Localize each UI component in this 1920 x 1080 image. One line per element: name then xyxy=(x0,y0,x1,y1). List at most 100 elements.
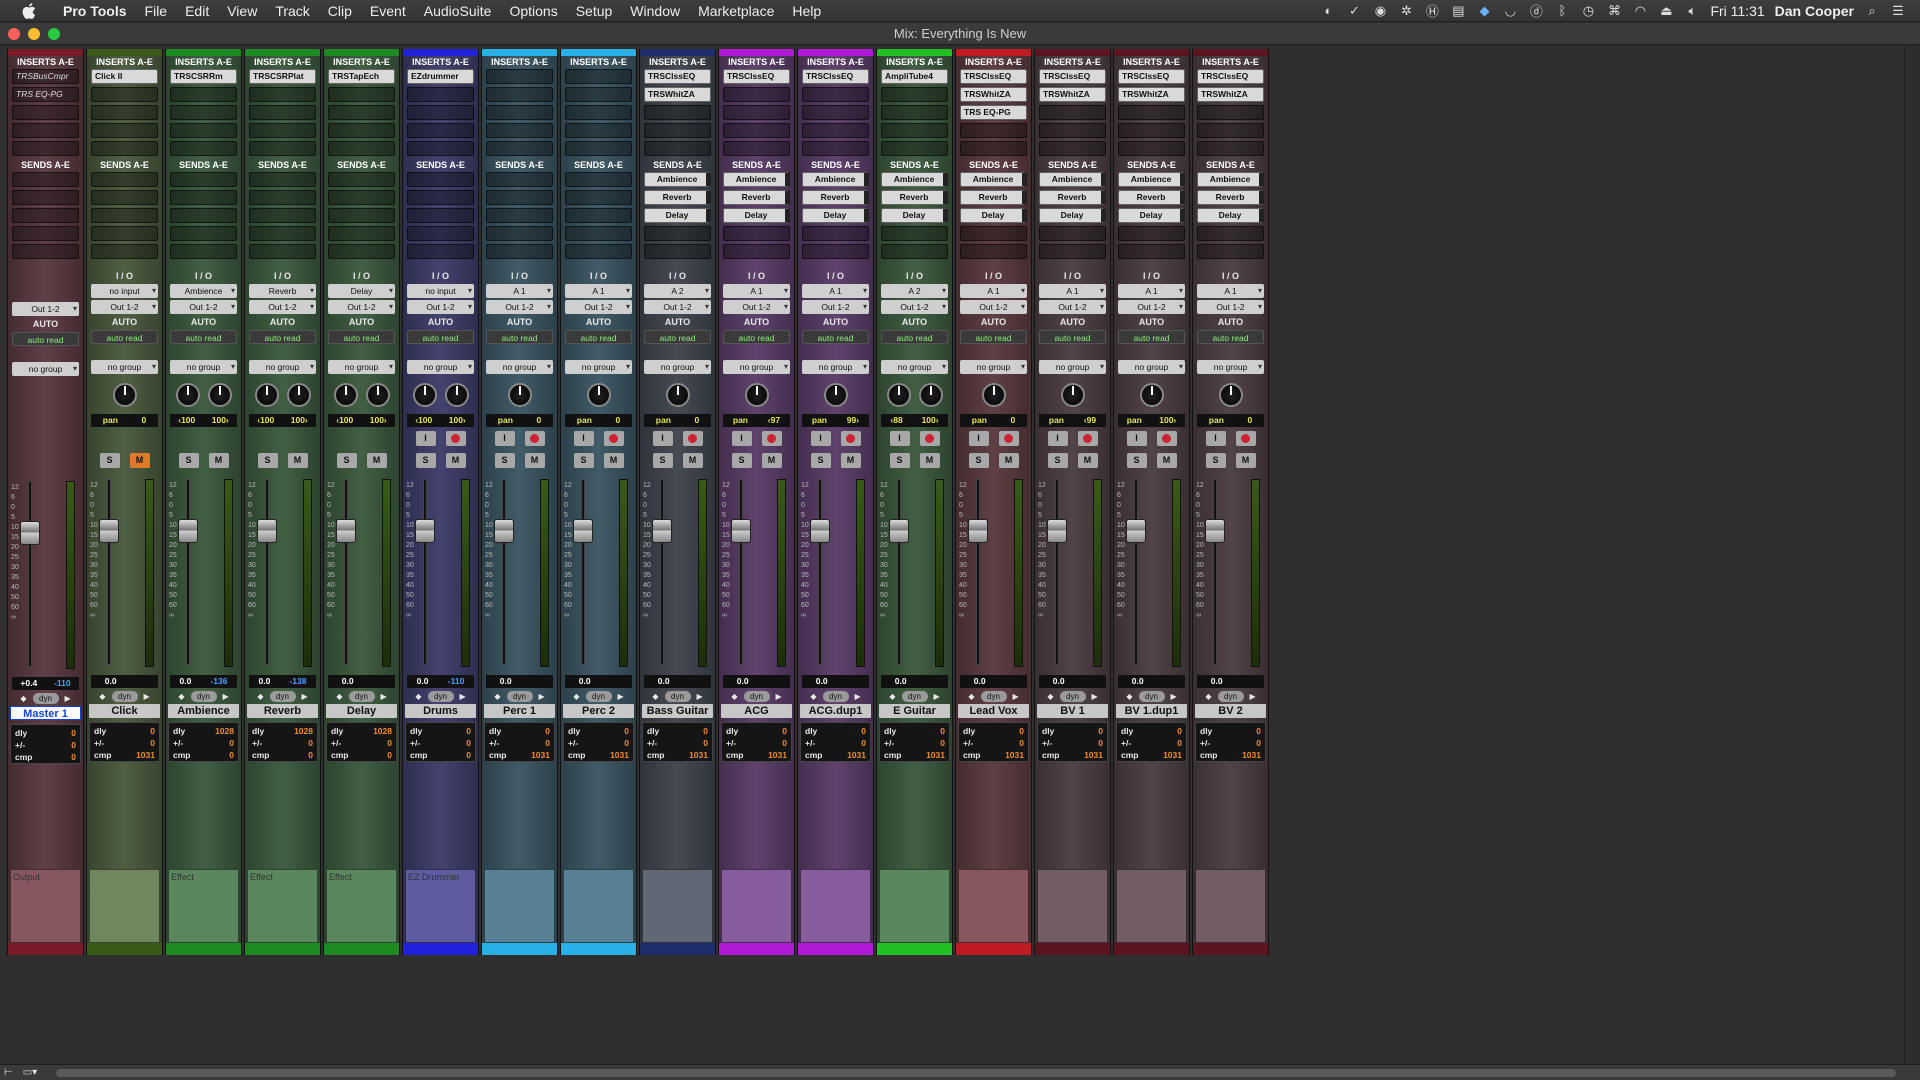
insert-slot[interactable] xyxy=(644,141,711,156)
volume-fader[interactable]: 12 6 0 5 10 15 20 25 30 35 40 50 60 ∞ xyxy=(324,475,399,675)
group-selector[interactable]: no group xyxy=(12,362,79,376)
track-comment[interactable] xyxy=(89,869,160,943)
insert-slot[interactable] xyxy=(1197,123,1264,138)
input-selector[interactable]: no input xyxy=(91,284,158,298)
menu-marketplace[interactable]: Marketplace xyxy=(689,0,783,22)
solo-button[interactable]: S xyxy=(731,452,752,468)
track-comment[interactable]: Effect xyxy=(247,869,318,943)
send-slot[interactable] xyxy=(249,208,316,223)
insert-slot[interactable] xyxy=(91,105,158,120)
record-arm-button[interactable] xyxy=(1077,430,1098,446)
send-slot[interactable]: Ambience xyxy=(802,172,869,187)
insert-slot[interactable] xyxy=(486,123,553,138)
insert-slot[interactable] xyxy=(802,141,869,156)
send-slot[interactable] xyxy=(723,226,790,241)
menu-help[interactable]: Help xyxy=(783,0,830,22)
send-slot[interactable] xyxy=(91,226,158,241)
mute-button[interactable]: M xyxy=(761,452,782,468)
solo-button[interactable]: S xyxy=(968,452,989,468)
track-comment[interactable] xyxy=(800,869,871,943)
cup-icon[interactable]: ◡ xyxy=(1502,3,1518,19)
automation-mode-selector[interactable]: auto read xyxy=(1118,330,1185,345)
search-icon[interactable]: ⌕ xyxy=(1864,3,1880,19)
time-machine-icon[interactable]: ◷ xyxy=(1580,3,1596,19)
track-comment[interactable] xyxy=(1195,869,1266,943)
output-selector[interactable]: Out 1-2 xyxy=(644,300,711,314)
send-slot[interactable] xyxy=(91,244,158,259)
send-slot[interactable]: Ambience xyxy=(723,172,790,187)
insert-slot[interactable] xyxy=(170,87,237,102)
solo-button[interactable]: S xyxy=(415,452,436,468)
pan-knob[interactable] xyxy=(1139,383,1164,407)
automation-mode-selector[interactable]: auto read xyxy=(91,330,158,345)
group-selector[interactable]: no group xyxy=(565,360,632,374)
insert-slot[interactable] xyxy=(1118,105,1185,120)
volume-fader[interactable]: 12 6 0 5 10 15 20 25 30 35 40 50 60 ∞ xyxy=(798,475,873,675)
volume-readout[interactable]: 0.0 -136 xyxy=(170,675,237,688)
track-color-bar-bottom[interactable] xyxy=(482,943,557,955)
pan-knob[interactable] xyxy=(365,383,390,407)
insert-slot[interactable] xyxy=(249,141,316,156)
insert-slot[interactable] xyxy=(249,105,316,120)
insert-slot[interactable] xyxy=(644,123,711,138)
fader-cap[interactable] xyxy=(731,519,751,543)
send-slot[interactable]: Reverb xyxy=(960,190,1027,205)
dyn-button[interactable]: dyn xyxy=(190,690,217,702)
send-slot[interactable] xyxy=(407,226,474,241)
grid-icon[interactable]: ✲ xyxy=(1398,3,1414,19)
volume-fader[interactable]: 12 6 0 5 10 15 20 25 30 35 40 50 60 ∞ xyxy=(1114,475,1189,675)
fader-cap[interactable] xyxy=(494,519,514,543)
insert-slot[interactable]: TRSWhitZA xyxy=(960,87,1027,102)
send-slot[interactable] xyxy=(960,226,1027,241)
volume-fader[interactable]: 12 6 0 5 10 15 20 25 30 35 40 50 60 ∞ xyxy=(1035,475,1110,675)
group-selector[interactable]: no group xyxy=(249,360,316,374)
track-comment[interactable]: Effect xyxy=(326,869,397,943)
output-selector[interactable]: Out 1-2 xyxy=(12,302,79,316)
chat-icon[interactable]: ▤ xyxy=(1450,3,1466,19)
track-comment[interactable]: EZ Drummer xyxy=(405,869,476,943)
track-color-bar[interactable] xyxy=(1193,49,1268,56)
dyn-button[interactable]: dyn xyxy=(743,690,770,702)
send-slot[interactable] xyxy=(12,172,79,187)
mute-button[interactable]: M xyxy=(1077,452,1098,468)
dyn-button[interactable]: dyn xyxy=(506,690,533,702)
insert-slot[interactable] xyxy=(960,141,1027,156)
solo-button[interactable]: S xyxy=(810,452,831,468)
insert-slot[interactable]: TRSClssEQ xyxy=(802,69,869,84)
fader-cap[interactable] xyxy=(1205,519,1225,543)
send-slot[interactable] xyxy=(170,208,237,223)
volume-fader[interactable]: 12 6 0 5 10 15 20 25 30 35 40 50 60 ∞ xyxy=(403,475,478,675)
track-color-bar[interactable] xyxy=(324,49,399,56)
send-slot[interactable] xyxy=(407,244,474,259)
automation-mode-selector[interactable]: auto read xyxy=(1039,330,1106,345)
insert-slot[interactable]: TRSClssEQ xyxy=(1197,69,1264,84)
track-color-bar-bottom[interactable] xyxy=(245,943,320,955)
group-selector[interactable]: no group xyxy=(328,360,395,374)
fader-cap[interactable] xyxy=(810,519,830,543)
input-monitor-button[interactable]: I xyxy=(494,430,515,446)
dyn-button[interactable]: dyn xyxy=(980,690,1007,702)
send-slot[interactable] xyxy=(881,226,948,241)
volume-readout[interactable]: 0.0 xyxy=(1118,675,1185,688)
output-selector[interactable]: Out 1-2 xyxy=(565,300,632,314)
track-comment[interactable] xyxy=(721,869,792,943)
track-color-bar-bottom[interactable] xyxy=(1193,943,1268,955)
track-color-bar[interactable] xyxy=(245,49,320,56)
record-arm-button[interactable] xyxy=(603,430,624,446)
send-slot[interactable]: Delay xyxy=(960,208,1027,223)
input-selector[interactable]: A 1 xyxy=(565,284,632,298)
minimize-window-button[interactable] xyxy=(28,28,40,40)
insert-slot[interactable] xyxy=(486,87,553,102)
track-name[interactable]: Reverb xyxy=(247,704,318,718)
pan-knob[interactable] xyxy=(286,383,311,407)
output-selector[interactable]: Out 1-2 xyxy=(802,300,869,314)
insert-slot[interactable] xyxy=(170,141,237,156)
send-slot[interactable] xyxy=(91,208,158,223)
input-selector[interactable]: Delay xyxy=(328,284,395,298)
send-slot[interactable] xyxy=(249,244,316,259)
track-color-bar-bottom[interactable] xyxy=(166,943,241,955)
send-slot[interactable] xyxy=(1118,244,1185,259)
check-icon[interactable]: ✓ xyxy=(1346,3,1362,19)
insert-slot[interactable]: TRSCSRPlat xyxy=(249,69,316,84)
insert-slot[interactable] xyxy=(91,141,158,156)
